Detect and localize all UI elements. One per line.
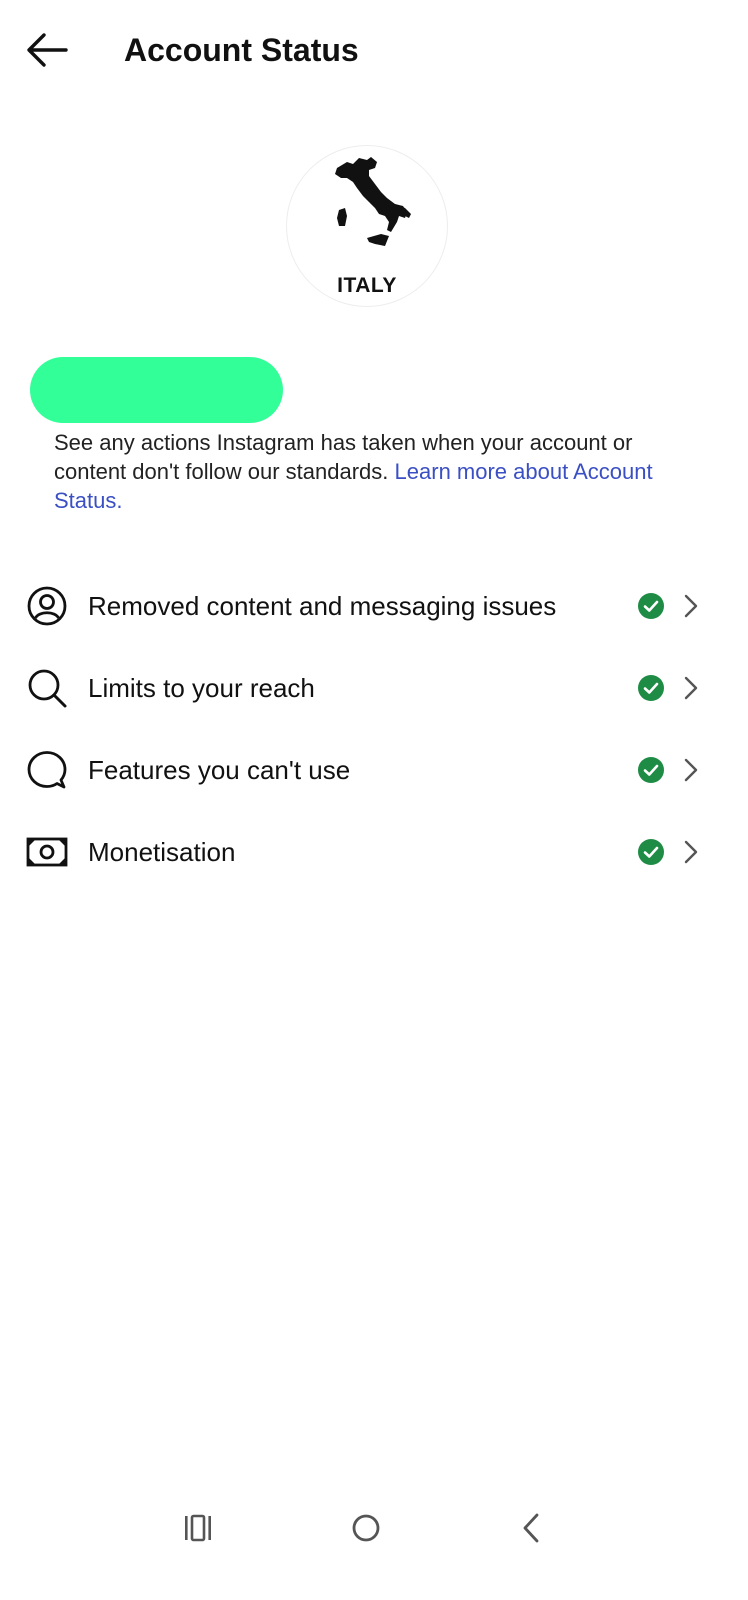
chevron-right-icon bbox=[684, 758, 698, 782]
recent-apps-button[interactable] bbox=[178, 1508, 218, 1548]
status-row-label: Removed content and messaging issues bbox=[88, 591, 557, 621]
system-navigation-bar bbox=[0, 1488, 748, 1568]
account-status-description: See any actions Instagram has taken when… bbox=[54, 428, 694, 515]
chevron-right-icon bbox=[684, 594, 698, 618]
status-row-removed-content[interactable]: Removed content and messaging issues bbox=[0, 565, 748, 647]
arrow-left-icon bbox=[27, 33, 68, 67]
status-row-label: Monetisation bbox=[88, 837, 236, 867]
home-circle-icon bbox=[352, 1514, 380, 1542]
italy-map-icon bbox=[335, 157, 411, 246]
status-row-label: Features you can't use bbox=[88, 755, 351, 785]
status-row-monetisation[interactable]: Monetisation bbox=[0, 811, 748, 893]
status-row-limits-reach[interactable]: Limits to your reach bbox=[0, 647, 748, 729]
top-app-bar: Account Status bbox=[0, 0, 748, 100]
banknote-icon bbox=[26, 837, 68, 867]
recent-apps-icon bbox=[185, 1514, 211, 1542]
user-circle-icon bbox=[27, 586, 67, 626]
page-title: Account Status bbox=[124, 32, 359, 68]
nav-back-icon bbox=[523, 1513, 539, 1543]
check-circle-icon bbox=[638, 675, 664, 701]
profile-avatar[interactable]: ITALY bbox=[286, 145, 448, 307]
check-circle-icon bbox=[638, 757, 664, 783]
status-row-features[interactable]: Features you can't use bbox=[0, 729, 748, 811]
redacted-username bbox=[30, 357, 283, 423]
back-button[interactable] bbox=[24, 30, 70, 70]
avatar-label: ITALY bbox=[337, 274, 397, 297]
check-circle-icon bbox=[638, 839, 664, 865]
account-status-screen: Account Status ITALY See any actions Ins… bbox=[0, 0, 748, 1600]
chevron-right-icon bbox=[684, 676, 698, 700]
system-back-button[interactable] bbox=[512, 1508, 552, 1548]
chevron-right-icon bbox=[684, 840, 698, 864]
check-circle-icon bbox=[638, 593, 664, 619]
status-row-label: Limits to your reach bbox=[88, 673, 315, 703]
speech-bubble-icon bbox=[27, 751, 67, 789]
home-button[interactable] bbox=[346, 1508, 386, 1548]
status-list: Removed content and messaging issues Lim… bbox=[0, 565, 748, 893]
search-icon bbox=[28, 669, 67, 708]
